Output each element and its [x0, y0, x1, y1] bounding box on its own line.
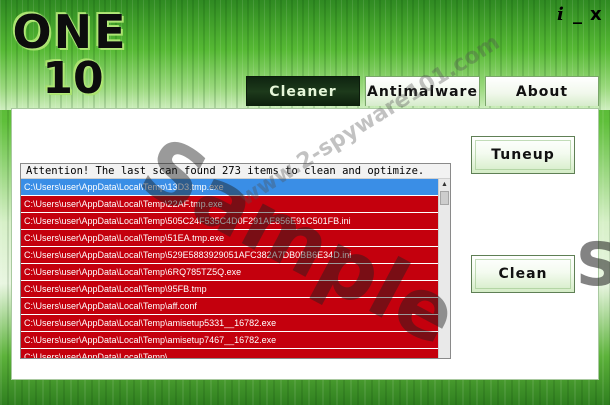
logo-ten-text: 10	[42, 53, 104, 104]
list-item[interactable]: C:\Users\user\AppData\Local\Temp\6RQ785T…	[21, 264, 438, 281]
tab-antimalware[interactable]: Antimalware	[365, 76, 480, 106]
logo-one-text: ONE	[12, 5, 128, 59]
close-button[interactable]: x	[590, 5, 604, 25]
tab-about[interactable]: About	[485, 76, 599, 106]
scan-summary-message: Attention! The last scan found 273 items…	[21, 164, 450, 179]
list-item[interactable]: C:\Users\user\AppData\Local\Temp\amisetu…	[21, 332, 438, 349]
list-item[interactable]: C:\Users\user\AppData\Local\Temp\529E588…	[21, 247, 438, 264]
list-item[interactable]: C:\Users\user\AppData\Local\Temp\505C24F…	[21, 213, 438, 230]
clean-button[interactable]: Clean	[471, 255, 575, 293]
list-item[interactable]: C:\Users\user\AppData\Local\Temp\95FB.tm…	[21, 281, 438, 298]
list-item[interactable]: C:\Users\user\AppData\Local\Temp\51EA.tm…	[21, 230, 438, 247]
scroll-thumb[interactable]	[440, 191, 449, 205]
list-item[interactable]: C:\Users\user\AppData\Local\Temp\amisetu…	[21, 315, 438, 332]
list-item[interactable]: C:\Users\user\AppData\Local\Temp\aff.con…	[21, 298, 438, 315]
list-scrollbar[interactable]: ▲	[438, 179, 450, 358]
scroll-up-arrow-icon[interactable]: ▲	[439, 179, 450, 190]
list-item[interactable]: C:\Users\user\AppData\Local\Temp\22AF.tm…	[21, 196, 438, 213]
tuneup-button[interactable]: Tuneup	[471, 136, 575, 174]
app-window: ONE 10 i _ x Cleaner Antimalware About A…	[0, 0, 610, 405]
info-button[interactable]: i	[557, 5, 569, 25]
app-logo: ONE 10	[10, 5, 130, 104]
scan-results-rows: C:\Users\user\AppData\Local\Temp\13D3.tm…	[21, 179, 438, 358]
list-item[interactable]: C:\Users\user\AppData\Local\Temp\13D3.tm…	[21, 179, 438, 196]
list-item[interactable]: C:\Users\user\AppData\Local\Temp\...	[21, 349, 438, 358]
minimize-button[interactable]: _	[573, 5, 587, 25]
scan-results-list[interactable]: Attention! The last scan found 273 items…	[20, 163, 451, 359]
tab-cleaner[interactable]: Cleaner	[246, 76, 360, 106]
cleaner-panel: Attention! The last scan found 273 items…	[11, 108, 599, 380]
